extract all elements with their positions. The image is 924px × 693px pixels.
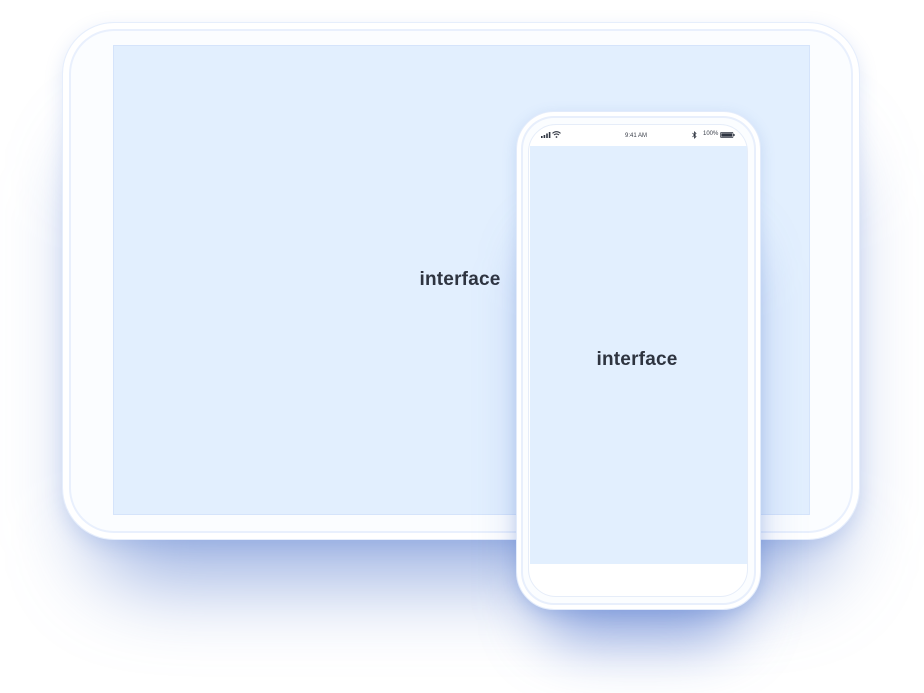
battery-icon [720, 132, 735, 138]
cellular-signal-icon [541, 132, 551, 138]
battery-percent: 100% [703, 131, 719, 137]
status-time: 9:41 AM [624, 133, 648, 139]
tablet-interface-label: interface [419, 269, 501, 290]
bluetooth-icon [692, 131, 697, 139]
phone-interface-label: interface [596, 349, 678, 370]
wifi-icon [552, 131, 561, 138]
phone-status-bar: 9:41 AM 100% [530, 127, 747, 146]
